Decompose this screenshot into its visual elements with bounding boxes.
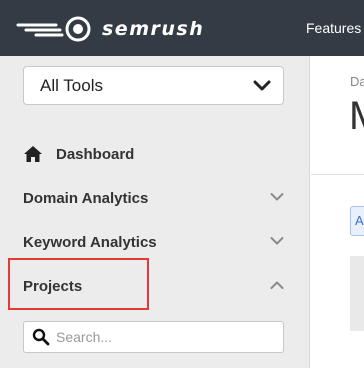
sidebar-item-projects[interactable]: Projects: [0, 268, 310, 304]
sidebar-item-label: Dashboard: [56, 145, 135, 163]
top-navigation-bar: semrush Features: [0, 0, 364, 56]
chevron-down-icon: [253, 80, 271, 90]
chevron-down-icon: [270, 193, 284, 201]
chevron-down-icon: [270, 237, 284, 245]
search-input[interactable]: [56, 323, 283, 351]
page-title: M: [349, 96, 364, 136]
breadcrumb[interactable]: Da: [350, 74, 364, 89]
content-card: [350, 256, 364, 331]
sidebar-search[interactable]: [23, 321, 284, 353]
sidebar-item-dashboard[interactable]: Dashboard: [0, 136, 310, 172]
nav-features-link[interactable]: Features: [306, 20, 361, 36]
sidebar-item-domain-analytics[interactable]: Domain Analytics: [0, 180, 310, 216]
sidebar-item-keyword-analytics[interactable]: Keyword Analytics: [0, 224, 310, 260]
divider: [311, 174, 364, 175]
sidebar-item-label: Projects: [23, 277, 83, 295]
sidebar-item-label: Keyword Analytics: [23, 233, 157, 251]
semrush-logo[interactable]: semrush: [16, 16, 204, 42]
all-tools-dropdown-value: All Tools: [40, 75, 103, 95]
all-tools-dropdown[interactable]: All Tools: [23, 66, 284, 105]
brand-name: semrush: [102, 18, 205, 40]
main-tab-button[interactable]: A: [350, 206, 364, 236]
search-icon: [32, 328, 50, 346]
main-content: Da M A: [311, 56, 364, 368]
sidebar: All Tools Dashboard Domain Analytics Key…: [0, 56, 310, 368]
chevron-up-icon: [270, 281, 284, 289]
home-icon: [24, 146, 42, 162]
semrush-logo-icon: [16, 16, 91, 42]
sidebar-item-label: Domain Analytics: [23, 189, 149, 207]
